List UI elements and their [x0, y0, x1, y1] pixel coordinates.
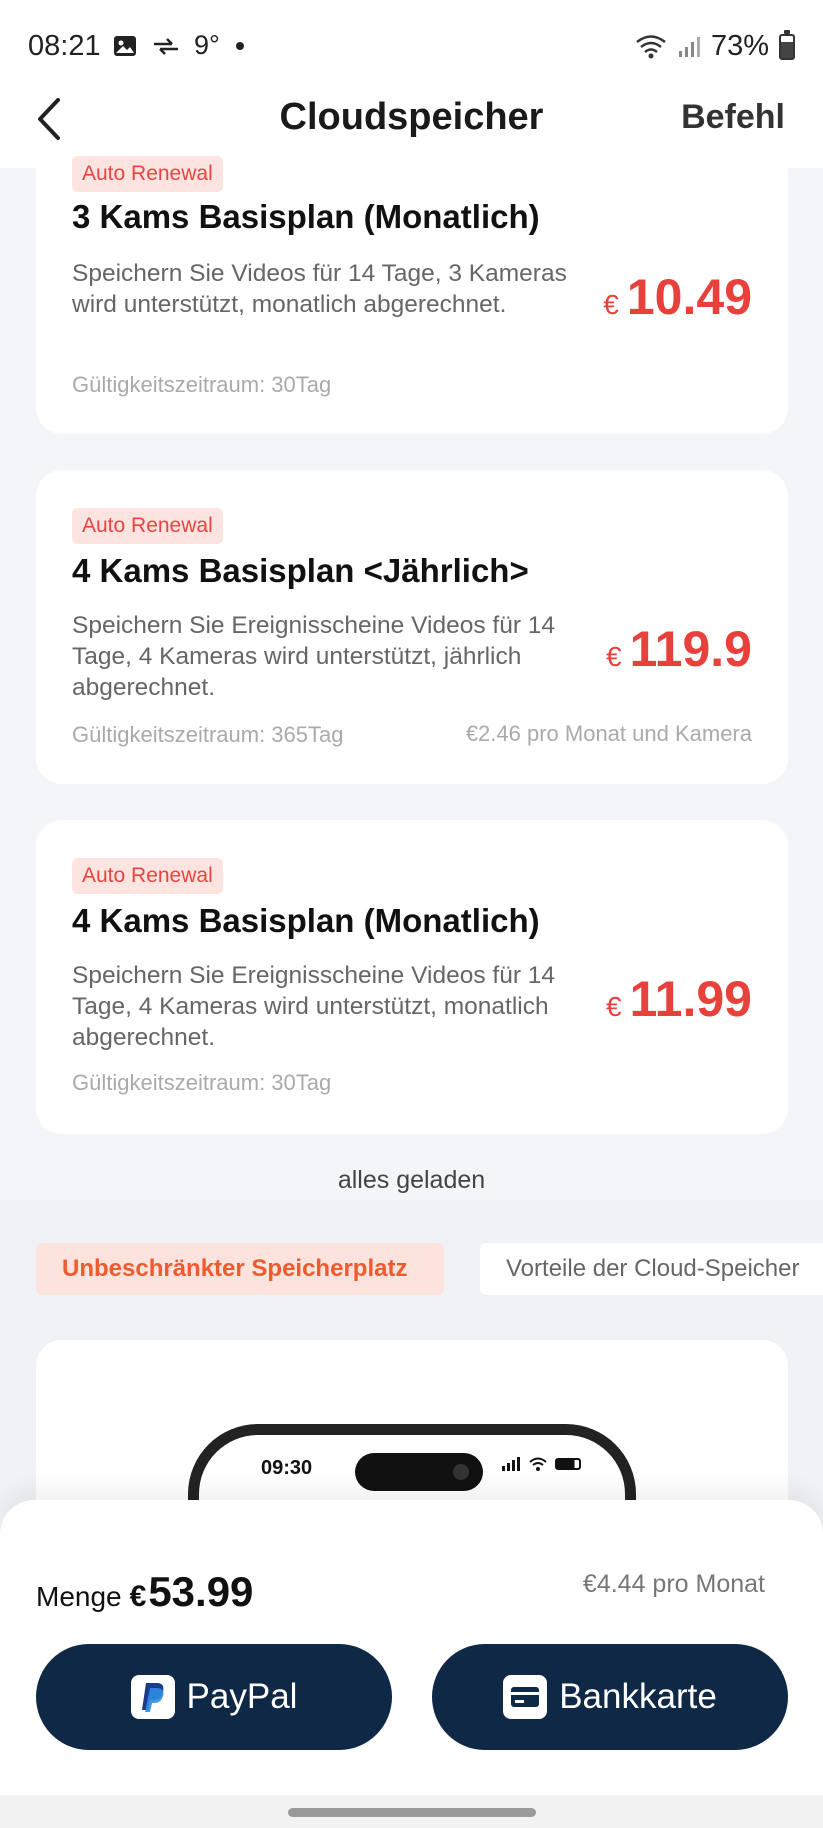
total-label: Menge — [36, 1581, 122, 1612]
phone-time: 09:30 — [261, 1457, 313, 1479]
signal-icon — [502, 1457, 520, 1471]
plan-validity: Gültigkeitszeitraum: 30Tag — [72, 372, 332, 397]
tab-cloud-benefits[interactable]: Vorteile der Cloud-Speicher — [480, 1243, 823, 1295]
signal-icon — [678, 36, 700, 57]
home-indicator[interactable] — [288, 1808, 536, 1817]
price-amount: 119.9 — [629, 621, 752, 677]
plan-validity: Gültigkeitszeitraum: 365Tag — [72, 722, 344, 747]
price-per-month: €4.44 pro Monat — [582, 1570, 765, 1598]
plan-card[interactable]: Auto Renewal 4 Kams Basisplan (Monatlich… — [36, 820, 788, 1134]
phone-status-icons — [501, 1457, 581, 1471]
price-currency: € — [603, 289, 619, 320]
total-row: Menge € 53.99 — [36, 1568, 253, 1616]
plan-name: 3 Kams Basisplan (Monatlich) — [72, 198, 540, 235]
dynamic-island — [355, 1453, 483, 1491]
wifi-icon — [529, 1457, 547, 1471]
plan-price: € 10.49 — [603, 268, 752, 326]
auto-renewal-badge: Auto Renewal — [72, 156, 223, 192]
plan-card[interactable]: Auto Renewal 4 Kams Basisplan <Jährlich>… — [36, 470, 788, 784]
plan-description: Speichern Sie Ereignisscheine Videos für… — [72, 612, 556, 701]
tab-unlimited-storage[interactable]: Unbeschränkter Speicherplatz — [36, 1243, 444, 1295]
plan-card[interactable]: Auto Renewal 3 Kams Basisplan (Monatlich… — [36, 140, 788, 434]
price-amount: 11.99 — [629, 971, 752, 1027]
total-amount: 53.99 — [148, 1568, 254, 1615]
wifi-icon — [636, 34, 666, 58]
paypal-label: PayPal — [186, 1677, 298, 1716]
status-temperature: 9° — [194, 30, 220, 60]
plan-description: Speichern Sie Videos für 14 Tage, 3 Kame… — [72, 260, 567, 318]
battery-icon — [555, 1458, 581, 1470]
paypal-icon — [130, 1675, 175, 1719]
plan-price: € 11.99 — [606, 970, 752, 1028]
auto-renewal-badge: Auto Renewal — [72, 858, 223, 894]
price-currency: € — [606, 991, 622, 1022]
status-time: 08:21 — [28, 30, 101, 62]
plan-price: € 119.9 — [606, 620, 752, 678]
plan-name: 4 Kams Basisplan <Jährlich> — [72, 552, 529, 589]
data-transfer-icon — [154, 37, 178, 55]
credit-card-icon — [503, 1675, 548, 1719]
status-notifications: 9° — [112, 30, 246, 61]
battery-percent: 73% — [710, 30, 769, 62]
price-currency: € — [606, 641, 622, 672]
plan-name: 4 Kams Basisplan (Monatlich) — [72, 902, 540, 939]
list-end-text: alles geladen — [337, 1166, 486, 1194]
price-amount: 10.49 — [626, 269, 752, 325]
plan-validity: Gültigkeitszeitraum: 30Tag — [72, 1070, 332, 1095]
plan-description: Speichern Sie Ereignisscheine Videos für… — [72, 962, 556, 1051]
checkout-sheet: Menge € 53.99 €4.44 pro Monat PayPal Ban… — [0, 1500, 823, 1828]
battery-icon — [779, 29, 795, 60]
paypal-button[interactable]: PayPal — [36, 1644, 392, 1750]
auto-renewal-badge: Auto Renewal — [72, 508, 223, 544]
total-currency: € — [129, 1580, 147, 1613]
plan-price-per-camera: €2.46 pro Monat und Kamera — [465, 721, 752, 746]
status-system: 73% — [635, 29, 795, 63]
image-icon — [114, 35, 136, 56]
bank-card-button[interactable]: Bankkarte — [432, 1644, 788, 1750]
dot-icon — [235, 41, 244, 50]
bank-card-label: Bankkarte — [559, 1677, 717, 1716]
order-button[interactable]: Befehl — [681, 98, 785, 137]
